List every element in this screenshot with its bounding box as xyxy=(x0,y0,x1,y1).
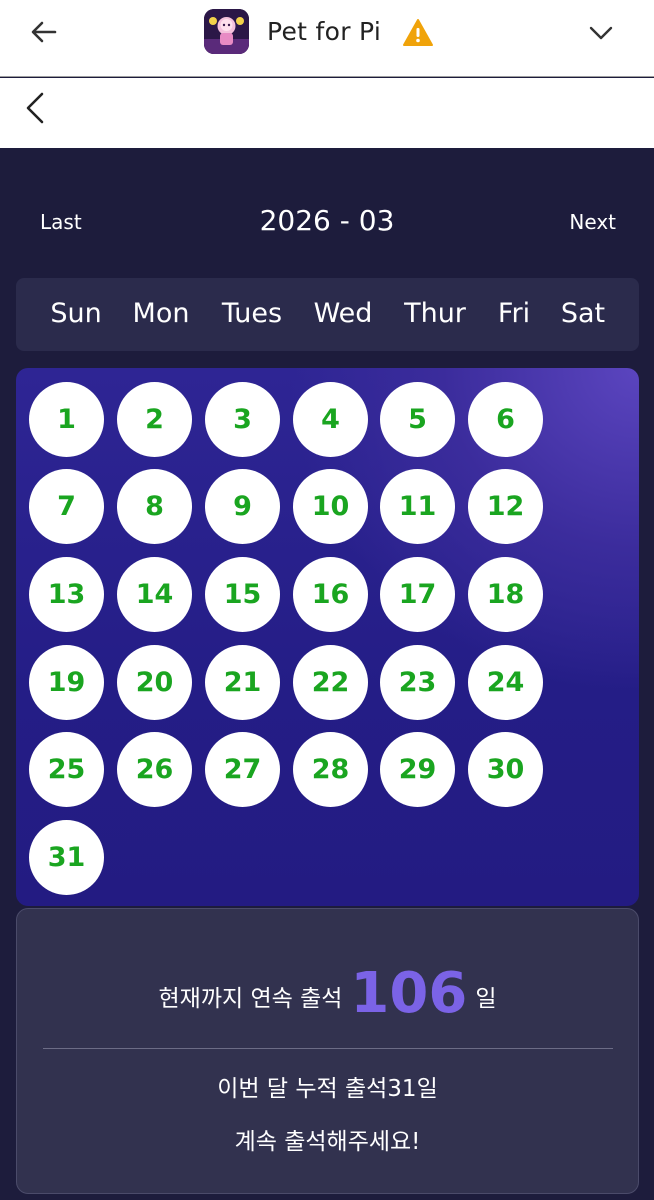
streak-count: 106 xyxy=(350,961,468,1026)
calendar-day[interactable]: 31 xyxy=(29,820,104,895)
weekday-header: Sun Mon Tues Wed Thur Fri Sat xyxy=(16,278,639,351)
calendar-day[interactable]: 5 xyxy=(380,382,455,457)
streak-line: 현재까지 연속 출석 106 일 xyxy=(17,961,638,1026)
calendar-day[interactable]: 12 xyxy=(468,469,543,544)
calendar-day[interactable]: 22 xyxy=(293,645,368,720)
calendar-day[interactable]: 11 xyxy=(380,469,455,544)
calendar-day[interactable]: 16 xyxy=(293,557,368,632)
weekday-sun: Sun xyxy=(50,298,102,329)
chevron-left-icon[interactable] xyxy=(20,88,50,128)
calendar-day[interactable]: 2 xyxy=(117,382,192,457)
weekday-fri: Fri xyxy=(497,298,531,329)
calendar-day[interactable]: 18 xyxy=(468,557,543,632)
calendar-day[interactable]: 14 xyxy=(117,557,192,632)
month-title: 2026 - 03 xyxy=(259,204,395,237)
calendar-day[interactable]: 17 xyxy=(380,557,455,632)
app-header: Pet for Pi xyxy=(0,0,654,77)
streak-suffix: 일 xyxy=(475,986,497,1012)
calendar-day[interactable]: 19 xyxy=(29,645,104,720)
weekday-wed: Wed xyxy=(313,298,373,329)
monthly-attendance: 이번 달 누적 출석31일 xyxy=(217,1076,438,1102)
next-month-button[interactable]: Next xyxy=(569,210,616,234)
calendar-day[interactable]: 9 xyxy=(205,469,280,544)
calendar-day[interactable]: 13 xyxy=(29,557,104,632)
calendar-grid: 1 2 3 4 5 6 7 8 9 10 11 12 13 14 15 16 17 18 19 20 21 22 23 24 2… xyxy=(16,368,639,906)
streak-prefix: 현재까지 연속 출석 xyxy=(158,986,343,1012)
weekday-mon: Mon xyxy=(132,298,190,329)
calendar-day[interactable]: 20 xyxy=(117,645,192,720)
calendar-day[interactable]: 21 xyxy=(205,645,280,720)
arrow-left-icon[interactable] xyxy=(26,14,62,50)
divider xyxy=(43,1048,613,1049)
calendar-day[interactable]: 23 xyxy=(380,645,455,720)
warning-icon[interactable] xyxy=(402,18,434,48)
calendar-day[interactable]: 26 xyxy=(117,732,192,807)
calendar-day[interactable]: 1 xyxy=(29,382,104,457)
calendar-day[interactable]: 3 xyxy=(205,382,280,457)
calendar-day[interactable]: 24 xyxy=(468,645,543,720)
calendar-day[interactable]: 7 xyxy=(29,469,104,544)
nav-bar xyxy=(0,78,654,148)
month-navigation: Last 2026 - 03 Next xyxy=(0,196,654,250)
weekday-tue: Tues xyxy=(221,298,283,329)
attendance-summary: 현재까지 연속 출석 106 일 이번 달 누적 출석31일 계속 출석해주세요! xyxy=(16,908,639,1194)
app-title: Pet for Pi xyxy=(267,17,382,46)
calendar-day[interactable]: 27 xyxy=(205,732,280,807)
calendar-day[interactable]: 4 xyxy=(293,382,368,457)
weekday-thu: Thur xyxy=(404,298,466,329)
calendar-day[interactable]: 30 xyxy=(468,732,543,807)
app-logo xyxy=(204,9,249,54)
weekday-sat: Sat xyxy=(560,298,606,329)
calendar-day[interactable]: 6 xyxy=(468,382,543,457)
encourage-message: 계속 출석해주세요! xyxy=(234,1129,421,1155)
calendar-day[interactable]: 15 xyxy=(205,557,280,632)
calendar-day[interactable]: 28 xyxy=(293,732,368,807)
chevron-down-icon[interactable] xyxy=(586,18,616,48)
calendar-day[interactable]: 25 xyxy=(29,732,104,807)
calendar-day[interactable]: 10 xyxy=(293,469,368,544)
calendar-day[interactable]: 29 xyxy=(380,732,455,807)
calendar-day[interactable]: 8 xyxy=(117,469,192,544)
